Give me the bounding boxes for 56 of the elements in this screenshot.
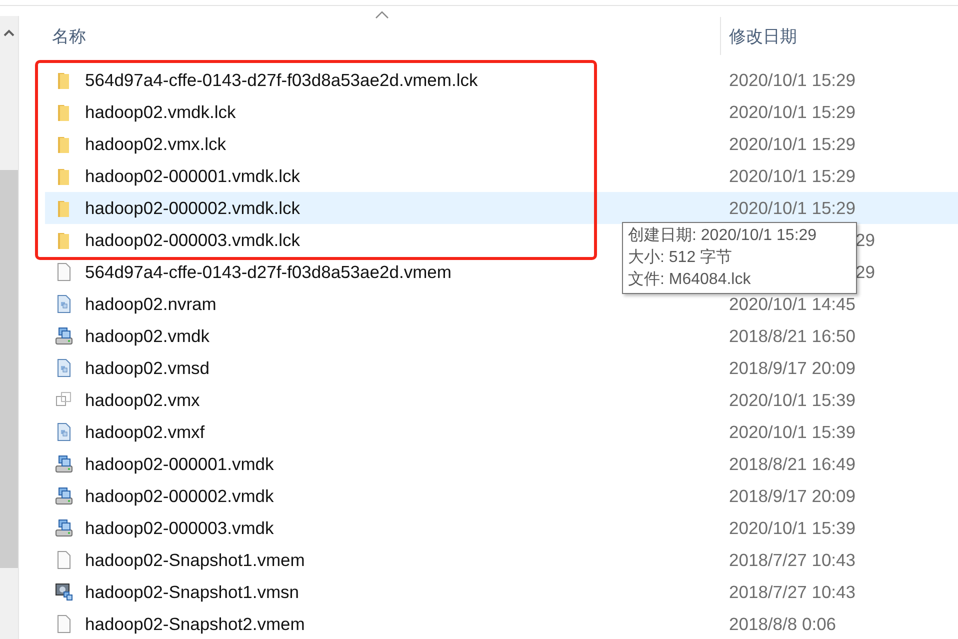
- file-name[interactable]: hadoop02-000003.vmdk.lck: [85, 230, 300, 250]
- file-name[interactable]: hadoop02-Snapshot2.vmem: [85, 614, 305, 634]
- file-name[interactable]: hadoop02-Snapshot1.vmsn: [85, 582, 300, 602]
- scroll-up-icon[interactable]: [3, 28, 15, 38]
- tooltip-line: 大小: 512 字节: [628, 248, 734, 268]
- column-header[interactable]: 修改日期: [729, 24, 797, 48]
- drive-icon: [55, 518, 73, 538]
- modified-date: 2018/7/27 10:43: [729, 582, 856, 602]
- file-name[interactable]: hadoop02.vmdk.lck: [85, 102, 236, 122]
- file-name[interactable]: hadoop02.vmdk: [85, 326, 210, 346]
- modified-date: 2018/8/21 16:50: [729, 326, 856, 346]
- modified-date: 2020/10/1 15:29: [729, 198, 856, 218]
- scrollbar-thumb[interactable]: [0, 170, 18, 568]
- tooltip-line: 文件: M64084.lck: [628, 270, 752, 290]
- scrollbar[interactable]: [0, 16, 19, 639]
- document-icon: [55, 422, 73, 442]
- modified-date: 2020/10/1 14:45: [729, 294, 856, 314]
- modified-date: 29: [856, 262, 875, 282]
- drive-icon: [55, 326, 73, 346]
- file-name[interactable]: hadoop02-Snapshot1.vmem: [85, 550, 305, 570]
- modified-date: 2020/10/1 15:29: [729, 134, 856, 154]
- drive-icon: [55, 454, 73, 474]
- file-icon: [55, 262, 73, 282]
- file-icon: [55, 614, 73, 634]
- file-name[interactable]: hadoop02-000002.vmdk.lck: [85, 198, 300, 218]
- file-name[interactable]: hadoop02-000001.vmdk.lck: [85, 166, 300, 186]
- file-name[interactable]: 564d97a4-cffe-0143-d27f-f03d8a53ae2d.vmem.lck: [85, 70, 478, 90]
- modified-date: 29: [856, 230, 875, 250]
- modified-date: 2018/9/17 20:09: [729, 486, 856, 506]
- file-name[interactable]: hadoop02.vmxf: [85, 422, 205, 442]
- modified-date: 2020/10/1 15:39: [729, 390, 856, 410]
- sort-caret-icon: [375, 11, 389, 19]
- modified-date: 2018/7/27 10:43: [729, 550, 856, 570]
- file-name[interactable]: hadoop02.vmx.lck: [85, 134, 226, 154]
- snapshot-icon: [55, 582, 73, 602]
- modified-date: 2020/10/1 15:39: [729, 422, 856, 442]
- document-icon: [55, 358, 73, 378]
- file-name[interactable]: hadoop02-000002.vmdk: [85, 486, 274, 506]
- file-name[interactable]: hadoop02.nvram: [85, 294, 216, 314]
- file-name[interactable]: hadoop02.vmsd: [85, 358, 210, 378]
- modified-date: 2020/10/1 15:29: [729, 166, 856, 186]
- tooltip-line: 创建日期: 2020/10/1 15:29: [628, 226, 818, 246]
- file-name[interactable]: hadoop02-000003.vmdk: [85, 518, 274, 538]
- modified-date: 2018/9/17 20:09: [729, 358, 856, 378]
- file-name[interactable]: 564d97a4-cffe-0143-d27f-f03d8a53ae2d.vmem: [85, 262, 452, 282]
- modified-date: 2020/10/1 15:29: [729, 102, 856, 122]
- file-icon: [55, 550, 73, 570]
- modified-date: 2020/10/1 15:29: [729, 70, 856, 90]
- drive-icon: [55, 486, 73, 506]
- file-name[interactable]: hadoop02.vmx: [85, 390, 200, 410]
- modified-date: 2018/8/8 0:06: [729, 614, 836, 634]
- file-name[interactable]: hadoop02-000001.vmdk: [85, 454, 274, 474]
- modified-date: 2018/8/21 16:49: [729, 454, 856, 474]
- column-header[interactable]: 名称: [52, 24, 86, 48]
- document-icon: [55, 294, 73, 314]
- modified-date: 2020/10/1 15:39: [729, 518, 856, 538]
